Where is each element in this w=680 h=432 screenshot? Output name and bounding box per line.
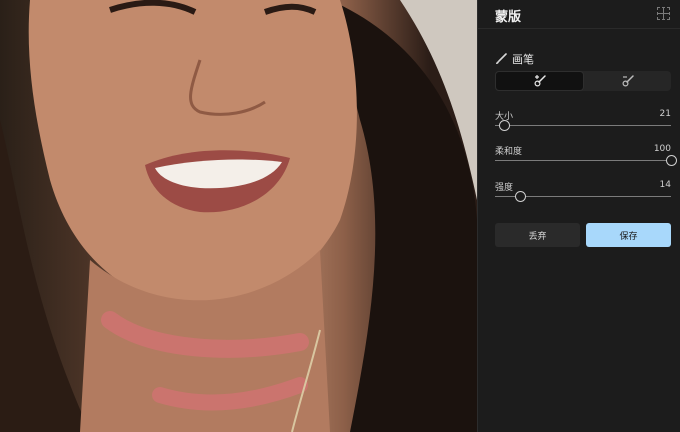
size-value: 21 [659,109,671,119]
fit-to-screen-icon[interactable] [657,7,670,20]
save-button[interactable]: 保存 [586,223,671,247]
size-thumb[interactable] [498,120,510,131]
brush-erase-icon [621,75,634,87]
mask-panel: 蒙版 画笔 大小 21 柔和度 100 强度 14 丢弃 保存 [477,0,680,432]
photo-canvas[interactable] [0,0,477,432]
brush-label: 画笔 [512,53,534,66]
size-slider: 大小 21 [495,109,671,131]
portrait-image [0,0,477,432]
softness-slider: 柔和度 100 [495,144,677,166]
softness-value: 100 [653,144,671,154]
panel-header: 蒙版 [478,0,680,29]
brush-section-header: 画笔 [495,51,534,67]
size-label: 大小 [495,112,514,122]
softness-label: 柔和度 [495,147,523,157]
brush-mode-toggle [495,71,671,91]
strength-thumb[interactable] [514,191,526,202]
strength-value: 14 [659,180,671,190]
panel-title: 蒙版 [495,10,522,25]
brush-icon [496,53,507,64]
brush-add-icon [533,75,546,87]
strength-slider: 强度 14 [495,180,671,202]
brush-erase-button[interactable] [584,71,671,91]
size-track[interactable] [495,125,671,126]
softness-track[interactable] [495,160,671,161]
discard-button[interactable]: 丢弃 [495,223,580,247]
brush-add-button[interactable] [495,71,584,91]
softness-thumb[interactable] [666,155,677,166]
